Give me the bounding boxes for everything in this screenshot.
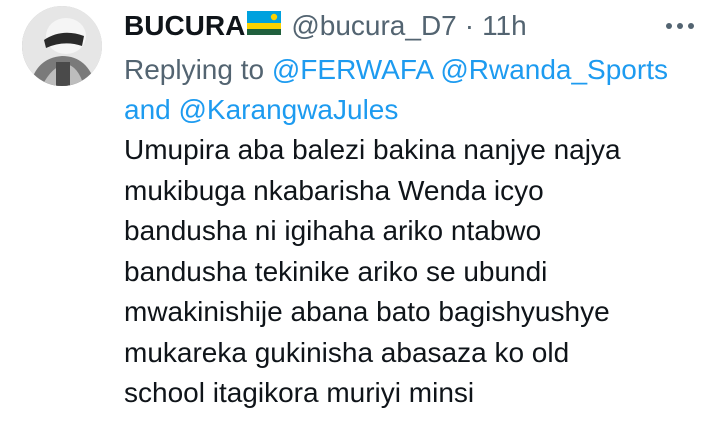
mention-karangwajules[interactable]: @KarangwaJules (179, 94, 399, 125)
tweet-text-line: bandusha ni igihaha ariko ntabwo (124, 215, 542, 246)
tweet-text-line: mwakinishije abana bato bagishyushye (124, 296, 610, 327)
tweet-text: Umupira aba balezi bakina nanjye najya m… (124, 130, 704, 414)
separator-dot: · (464, 10, 475, 41)
tweet-text-line: school itagikora muriyi minsi (124, 377, 475, 408)
tweet-text-line: mukareka gukinisha abasaza ko old (124, 336, 570, 368)
reply-context: Replying to @FERWAFA @Rwanda_Sports and … (124, 50, 704, 130)
tweet-header: BUCURA @bucura_D7 · 11h (124, 6, 527, 46)
tweet-text-line: mukibuga nkabarisha Wenda icyo (124, 174, 544, 206)
more-horizontal-icon (666, 23, 694, 29)
mention-and[interactable]: and (124, 94, 171, 125)
more-options-button[interactable] (660, 8, 700, 44)
display-name[interactable]: BUCURA (124, 6, 245, 46)
timestamp[interactable]: 11h (482, 6, 527, 46)
avatar[interactable] (22, 6, 102, 86)
rwanda-flag-icon (247, 6, 282, 46)
replying-to-label: Replying to (124, 54, 265, 85)
user-handle[interactable]: @bucura_D7 (291, 6, 456, 46)
tweet-text-line: Umupira aba balezi bakina nanjye najya (124, 134, 621, 165)
tweet-text-line: bandusha tekinike ariko se ubundi (124, 255, 548, 287)
mention-rwanda-sports[interactable]: @Rwanda_Sports (440, 54, 668, 85)
avatar-photo (22, 6, 102, 86)
mention-ferwafa[interactable]: @FERWAFA (272, 54, 433, 85)
